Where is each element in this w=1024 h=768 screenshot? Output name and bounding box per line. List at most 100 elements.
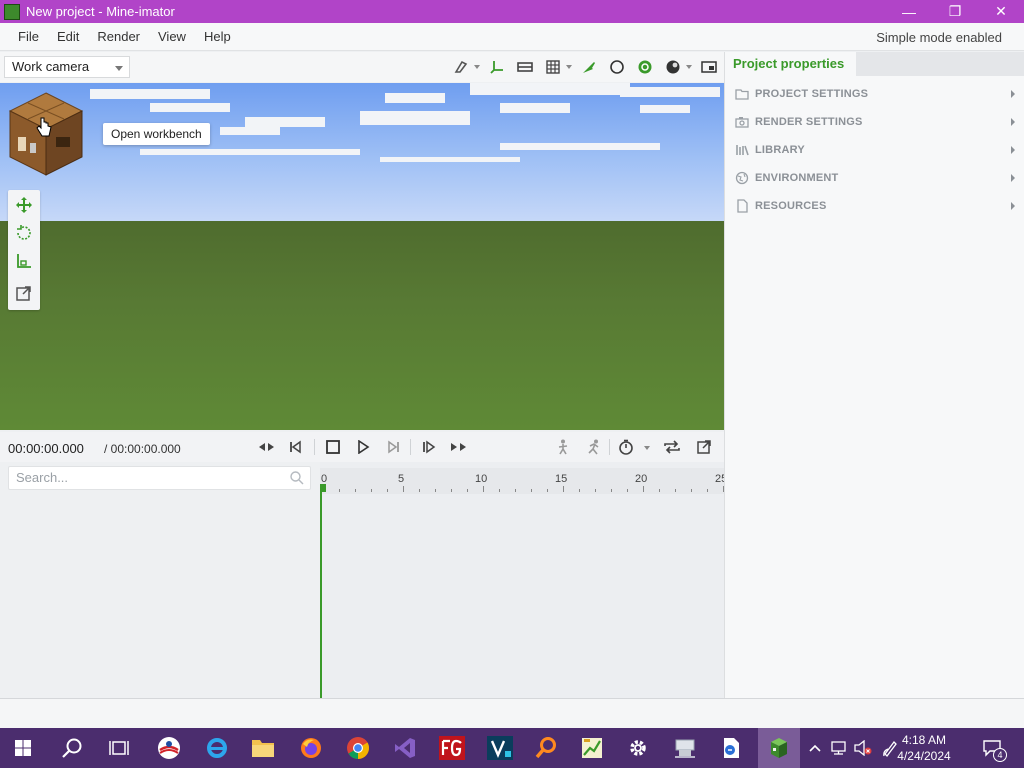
camera-select-value: Work camera bbox=[12, 59, 90, 74]
menu-view[interactable]: View bbox=[149, 29, 195, 44]
system-clock[interactable]: 4:18 AM 4/24/2024 bbox=[884, 732, 964, 764]
jump-end-button[interactable] bbox=[447, 436, 469, 458]
taskbar-app-fg[interactable] bbox=[435, 732, 469, 764]
walk-button[interactable] bbox=[552, 436, 574, 458]
timeline-toolbar: 00:00:00.000 / 00:00:00.000 bbox=[0, 432, 724, 462]
taskbar-app-chrome[interactable] bbox=[341, 732, 375, 764]
taskbar-app-firefox[interactable] bbox=[294, 732, 328, 764]
current-time[interactable]: 00:00:00.000 bbox=[8, 441, 84, 456]
chevron-down-icon[interactable] bbox=[566, 65, 572, 69]
particles-button[interactable] bbox=[578, 56, 600, 78]
ruler-tick bbox=[451, 489, 452, 492]
toolbar-divider bbox=[314, 439, 315, 455]
play-button[interactable] bbox=[352, 436, 374, 458]
tab-project-properties[interactable]: Project properties bbox=[725, 52, 855, 76]
loop-button[interactable] bbox=[661, 436, 683, 458]
circle-icon bbox=[610, 60, 624, 74]
visual-studio-icon bbox=[395, 738, 415, 758]
maximize-button[interactable]: ❐ bbox=[932, 0, 978, 23]
taskbar-app-settings[interactable] bbox=[621, 732, 655, 764]
camera-select[interactable]: Work camera bbox=[4, 56, 130, 78]
grid-button[interactable] bbox=[542, 56, 564, 78]
move-arrows-icon bbox=[16, 197, 32, 213]
taskbar-app-document[interactable] bbox=[714, 732, 748, 764]
tick-label: 10 bbox=[475, 473, 488, 485]
menu-render[interactable]: Render bbox=[88, 29, 149, 44]
section-render-settings[interactable]: RENDER SETTINGS bbox=[725, 110, 1024, 134]
document-icon bbox=[724, 738, 739, 758]
timeline-tree[interactable] bbox=[0, 494, 320, 698]
chevron-down-icon[interactable] bbox=[686, 65, 692, 69]
gizmo-button[interactable] bbox=[486, 56, 508, 78]
taskbar-app-search-tool[interactable] bbox=[529, 732, 563, 764]
taskbar-app-v[interactable] bbox=[483, 732, 517, 764]
taskbar-app-obama[interactable] bbox=[152, 732, 186, 764]
scale-icon bbox=[17, 254, 31, 268]
jump-start-button[interactable] bbox=[256, 436, 278, 458]
next-frame-button[interactable] bbox=[382, 436, 404, 458]
timeline-ruler[interactable]: 0 5 10 15 20 25 bbox=[320, 468, 727, 494]
notification-count: 4 bbox=[993, 748, 1007, 762]
menu-file[interactable]: File bbox=[9, 29, 48, 44]
window-controls: — ❐ ✕ bbox=[886, 0, 1024, 23]
aspect-button[interactable] bbox=[514, 56, 536, 78]
simple-mode-label[interactable]: Simple mode enabled bbox=[876, 30, 1002, 45]
show-hidden-icons-button[interactable] bbox=[805, 728, 825, 768]
viewport[interactable]: Open workbench bbox=[0, 83, 724, 430]
run-button[interactable] bbox=[583, 436, 605, 458]
taskbar-app-internet-explorer[interactable] bbox=[200, 732, 234, 764]
close-button[interactable]: ✕ bbox=[978, 0, 1024, 23]
open-window-tool-button[interactable] bbox=[14, 283, 34, 303]
ruler-tick bbox=[547, 489, 548, 492]
chevron-down-icon[interactable] bbox=[474, 65, 480, 69]
section-project-settings[interactable]: PROJECT SETTINGS bbox=[725, 82, 1024, 106]
taskbar-app-visual-studio[interactable] bbox=[388, 732, 422, 764]
picture-in-picture-button[interactable] bbox=[698, 56, 720, 78]
snap-button[interactable] bbox=[450, 56, 472, 78]
action-center-button[interactable]: 4 bbox=[976, 728, 1010, 768]
external-link-icon bbox=[16, 286, 31, 301]
taskbar-app-file-explorer[interactable] bbox=[246, 732, 280, 764]
previous-frame-button[interactable] bbox=[285, 436, 307, 458]
section-environment[interactable]: ENVIRONMENT bbox=[725, 166, 1024, 190]
ruler-tick bbox=[579, 489, 580, 492]
timeline-area[interactable] bbox=[320, 462, 724, 698]
ruler-tick bbox=[419, 489, 420, 492]
start-button[interactable] bbox=[6, 732, 40, 764]
stop-button[interactable] bbox=[322, 436, 344, 458]
network-status-button[interactable] bbox=[829, 728, 849, 768]
scale-tool-button[interactable] bbox=[14, 251, 34, 271]
taskbar: 4:18 AM 4/24/2024 4 bbox=[0, 728, 1024, 768]
cloud bbox=[150, 103, 230, 112]
taskbar-app-network[interactable] bbox=[668, 732, 702, 764]
timer-button[interactable] bbox=[615, 436, 637, 458]
chevron-right-icon bbox=[1011, 202, 1015, 210]
folder-icon bbox=[252, 740, 274, 757]
render-mode-button[interactable] bbox=[662, 56, 684, 78]
chevron-down-icon[interactable] bbox=[644, 446, 650, 450]
taskbar-app-mine-imator[interactable] bbox=[758, 728, 800, 768]
section-library[interactable]: LIBRARY bbox=[725, 138, 1024, 162]
taskbar-app-chart[interactable] bbox=[575, 732, 609, 764]
rotate-tool-button[interactable] bbox=[14, 223, 34, 243]
title-bar: New project - Mine-imator — ❐ ✕ bbox=[0, 0, 1024, 23]
viewport-tools bbox=[444, 56, 720, 78]
next-keyframe-button[interactable] bbox=[418, 436, 440, 458]
menu-edit[interactable]: Edit bbox=[48, 29, 88, 44]
minimize-button[interactable]: — bbox=[886, 0, 932, 23]
task-view-button[interactable] bbox=[102, 732, 136, 764]
cloud bbox=[380, 157, 520, 162]
render-outline-button[interactable] bbox=[606, 56, 628, 78]
menu-help[interactable]: Help bbox=[195, 29, 240, 44]
section-resources[interactable]: RESOURCES bbox=[725, 194, 1024, 218]
playhead[interactable] bbox=[320, 488, 322, 698]
menu-bar: File Edit Render View Help Simple mode e… bbox=[0, 23, 1024, 51]
render-shading-button[interactable] bbox=[634, 56, 656, 78]
v-logo-icon bbox=[487, 736, 513, 760]
volume-button[interactable] bbox=[852, 728, 874, 768]
search-input[interactable]: Search... bbox=[8, 466, 311, 490]
move-tool-button[interactable] bbox=[14, 195, 34, 215]
taskbar-search-button[interactable] bbox=[55, 732, 89, 764]
ruler-tick bbox=[563, 486, 564, 492]
popout-timeline-button[interactable] bbox=[693, 436, 715, 458]
